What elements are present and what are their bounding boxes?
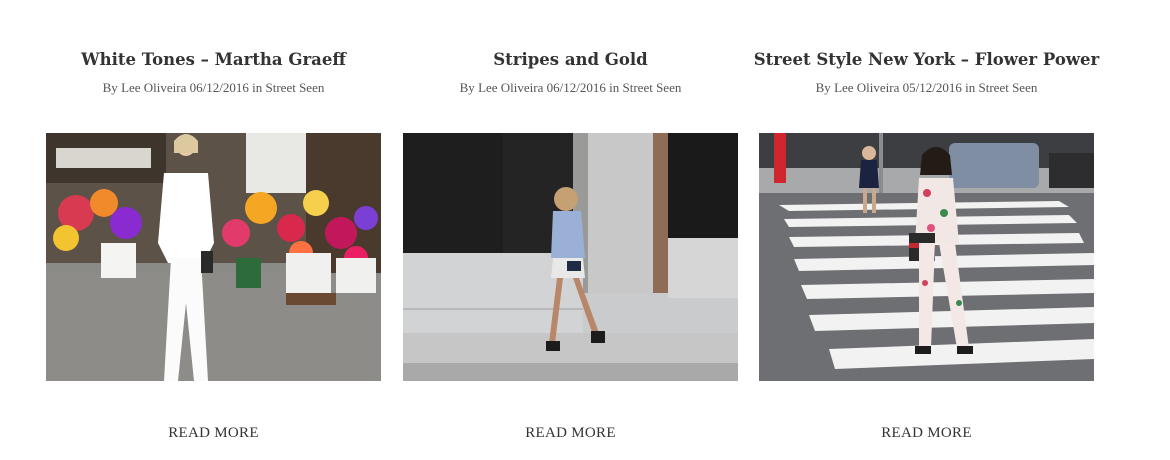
post-date: 06/12/2016: [546, 80, 606, 95]
post-card: White Tones – Martha Graeff By Lee Olive…: [46, 0, 381, 460]
post-meta: By Lee Oliveira 06/12/2016 in Street See…: [26, 80, 401, 96]
in-label: in: [252, 80, 263, 95]
category-link[interactable]: Street Seen: [623, 80, 682, 95]
read-more-link[interactable]: READ MORE: [759, 425, 1094, 442]
post-title-link[interactable]: Stripes and Gold: [363, 50, 778, 69]
by-label: By: [102, 80, 118, 95]
street-photo-building-walk: [403, 133, 738, 381]
post-title-link[interactable]: Street Style New York – Flower Power: [719, 50, 1134, 69]
post-card: Stripes and Gold By Lee Oliveira 06/12/2…: [403, 0, 738, 460]
street-photo-crosswalk: [759, 133, 1094, 381]
post-date: 06/12/2016: [189, 80, 249, 95]
post-grid: White Tones – Martha Graeff By Lee Olive…: [0, 0, 1170, 460]
post-meta: By Lee Oliveira 06/12/2016 in Street See…: [383, 80, 758, 96]
category-link[interactable]: Street Seen: [979, 80, 1038, 95]
post-date: 05/12/2016: [902, 80, 962, 95]
author-link[interactable]: Lee Oliveira: [478, 80, 543, 95]
read-more-link[interactable]: READ MORE: [46, 425, 381, 442]
post-card: Street Style New York – Flower Power By …: [754, 0, 1099, 460]
by-label: By: [459, 80, 475, 95]
post-meta: By Lee Oliveira 05/12/2016 in Street See…: [739, 80, 1114, 96]
post-title-link[interactable]: White Tones – Martha Graeff: [6, 50, 421, 69]
post-thumbnail[interactable]: [759, 133, 1094, 381]
category-link[interactable]: Street Seen: [266, 80, 325, 95]
in-label: in: [609, 80, 620, 95]
street-photo-flower-stand: [46, 133, 381, 381]
author-link[interactable]: Lee Oliveira: [121, 80, 186, 95]
read-more-link[interactable]: READ MORE: [403, 425, 738, 442]
by-label: By: [815, 80, 831, 95]
in-label: in: [965, 80, 976, 95]
post-thumbnail[interactable]: [403, 133, 738, 381]
post-thumbnail[interactable]: [46, 133, 381, 381]
author-link[interactable]: Lee Oliveira: [834, 80, 899, 95]
